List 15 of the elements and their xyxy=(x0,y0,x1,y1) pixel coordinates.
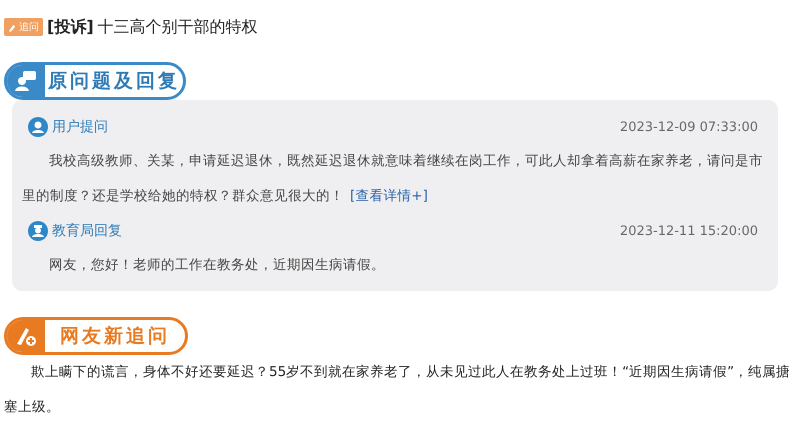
section-heading: 网友新追问 xyxy=(4,317,188,355)
details-link[interactable]: [查看详情+] xyxy=(350,188,428,204)
officer-icon xyxy=(28,221,48,241)
chat-user-icon xyxy=(14,69,38,93)
entry-time: 2023-12-11 15:20:00 xyxy=(620,224,758,238)
user-icon xyxy=(28,117,48,137)
post-title: 十三高个别干部的特权 xyxy=(98,16,258,38)
entry-text: 网友，您好！老师的工作在教务处，近期因生病请假。 xyxy=(48,256,386,275)
entry-time: 2023-12-09 07:33:00 xyxy=(620,120,758,134)
entry-label: 教育局回复 xyxy=(52,222,122,240)
followup-text: 欺上瞒下的谎言，身体不好还要延迟？55岁不到就在家养老了，从未见过此人在教务处上过班！“近期因生病请假”，纯属搪塞上级。 xyxy=(4,363,792,417)
entry-label: 用户提问 xyxy=(52,118,108,136)
followup-badge: 追问 xyxy=(4,18,43,36)
entry-text: 我校高级教师、关某，申请延迟退休，既然延迟退休就意味着继续在岗工作，可此人却拿着高薪在家养老，请问是市里的制度？还是学校给她的特权？群众意见很大的！ [查看详情+] xyxy=(22,152,764,206)
post-category: [投诉] xyxy=(47,16,94,38)
